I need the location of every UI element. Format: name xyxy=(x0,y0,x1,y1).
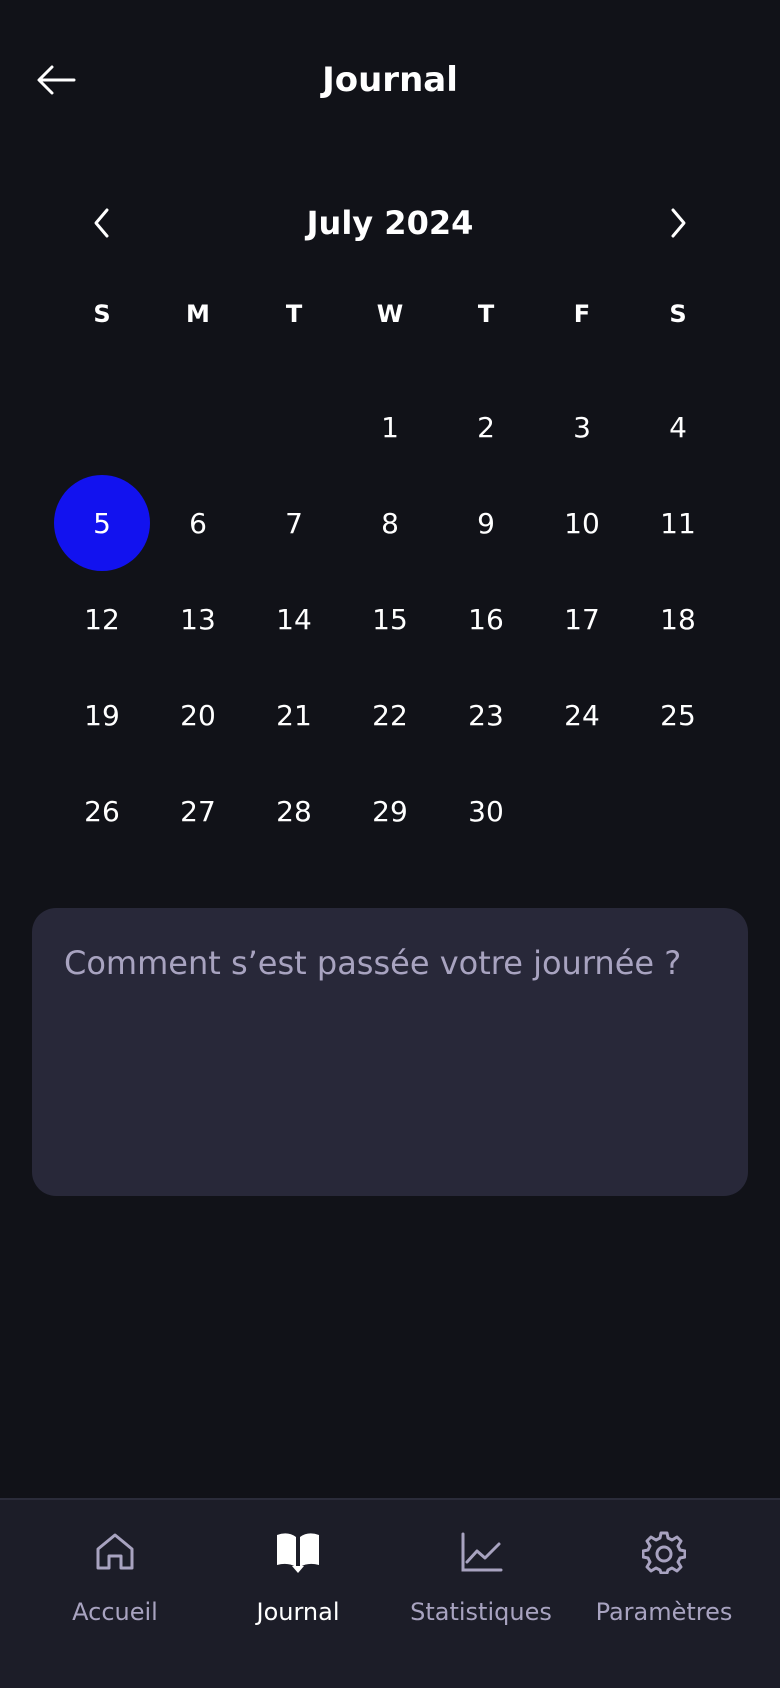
calendar-day-selected[interactable]: 5 xyxy=(54,475,150,571)
tab-journal[interactable]: Journal xyxy=(208,1530,388,1640)
day-number: 8 xyxy=(381,506,399,540)
tab-label: Accueil xyxy=(72,1598,158,1626)
calendar-day[interactable]: 28 xyxy=(246,763,342,859)
page-title: Journal xyxy=(322,60,458,100)
day-number: 20 xyxy=(180,698,216,732)
calendar-day[interactable]: 3 xyxy=(534,379,630,475)
month-label: July 2024 xyxy=(306,204,474,242)
tab-label: Statistiques xyxy=(410,1598,552,1626)
calendar-day[interactable]: 6 xyxy=(150,475,246,571)
day-number: 19 xyxy=(84,698,120,732)
calendar-day[interactable]: 7 xyxy=(246,475,342,571)
calendar-day[interactable]: 24 xyxy=(534,667,630,763)
day-number: 7 xyxy=(285,506,303,540)
weekday-label: F xyxy=(573,300,591,328)
calendar-day[interactable]: 12 xyxy=(54,571,150,667)
day-number: 27 xyxy=(180,794,216,828)
calendar: July 2024 S M T W T F S 1 2 3 4 5 6 7 8 … xyxy=(54,195,726,859)
chevron-right-icon xyxy=(671,208,686,238)
calendar-day[interactable]: 1 xyxy=(342,379,438,475)
calendar-day[interactable]: 22 xyxy=(342,667,438,763)
day-number: 4 xyxy=(669,410,687,444)
tab-accueil[interactable]: Accueil xyxy=(25,1530,205,1640)
calendar-day[interactable]: 30 xyxy=(438,763,534,859)
weekday-label: T xyxy=(477,300,495,328)
calendar-day[interactable]: 8 xyxy=(342,475,438,571)
calendar-day xyxy=(246,379,342,475)
weekday-label: W xyxy=(376,300,404,328)
book-open-icon xyxy=(208,1530,388,1580)
calendar-day[interactable]: 11 xyxy=(630,475,726,571)
journal-entry-input[interactable] xyxy=(32,908,748,1196)
calendar-day[interactable]: 25 xyxy=(630,667,726,763)
day-number: 6 xyxy=(189,506,207,540)
weekday-label: S xyxy=(93,300,111,328)
day-number: 22 xyxy=(372,698,408,732)
day-number: 23 xyxy=(468,698,504,732)
calendar-day[interactable]: 29 xyxy=(342,763,438,859)
days-grid: 1 2 3 4 5 6 7 8 9 10 11 12 13 14 15 16 1… xyxy=(54,379,726,859)
weekday-header: S M T W T F S xyxy=(54,290,726,338)
day-number: 1 xyxy=(381,410,399,444)
calendar-day xyxy=(150,379,246,475)
calendar-day[interactable]: 13 xyxy=(150,571,246,667)
calendar-day[interactable]: 10 xyxy=(534,475,630,571)
day-number: 28 xyxy=(276,794,312,828)
next-month-button[interactable] xyxy=(654,199,702,247)
day-number: 21 xyxy=(276,698,312,732)
calendar-day xyxy=(630,763,726,859)
day-number: 2 xyxy=(477,410,495,444)
day-number: 12 xyxy=(84,602,120,636)
journal-entry-card xyxy=(32,908,748,1196)
weekday-label: T xyxy=(285,300,303,328)
tab-label: Paramètres xyxy=(595,1598,733,1626)
calendar-day[interactable]: 9 xyxy=(438,475,534,571)
calendar-day[interactable]: 4 xyxy=(630,379,726,475)
day-number: 14 xyxy=(276,602,312,636)
day-number: 3 xyxy=(573,410,591,444)
day-number: 29 xyxy=(372,794,408,828)
calendar-day[interactable]: 23 xyxy=(438,667,534,763)
day-number: 5 xyxy=(93,506,111,540)
day-number: 30 xyxy=(468,794,504,828)
calendar-day[interactable]: 21 xyxy=(246,667,342,763)
tab-parametres[interactable]: Paramètres xyxy=(574,1530,754,1640)
header: Journal xyxy=(0,0,780,160)
calendar-day[interactable]: 18 xyxy=(630,571,726,667)
calendar-day[interactable]: 17 xyxy=(534,571,630,667)
weekday-label: M xyxy=(186,300,210,328)
calendar-day[interactable]: 19 xyxy=(54,667,150,763)
calendar-day xyxy=(54,379,150,475)
calendar-day[interactable]: 26 xyxy=(54,763,150,859)
day-number: 10 xyxy=(564,506,600,540)
tab-label: Journal xyxy=(256,1598,340,1626)
day-number: 18 xyxy=(660,602,696,636)
day-number: 24 xyxy=(564,698,600,732)
calendar-day[interactable]: 15 xyxy=(342,571,438,667)
day-number: 9 xyxy=(477,506,495,540)
day-number: 15 xyxy=(372,602,408,636)
calendar-day[interactable]: 14 xyxy=(246,571,342,667)
calendar-day[interactable]: 27 xyxy=(150,763,246,859)
weekday-label: S xyxy=(669,300,687,328)
home-icon xyxy=(25,1530,205,1580)
gear-icon xyxy=(574,1530,754,1580)
day-number: 11 xyxy=(660,506,696,540)
day-number: 16 xyxy=(468,602,504,636)
chart-line-icon xyxy=(391,1530,571,1580)
calendar-day[interactable]: 2 xyxy=(438,379,534,475)
month-navigation: July 2024 xyxy=(54,195,726,251)
day-number: 26 xyxy=(84,794,120,828)
day-number: 25 xyxy=(660,698,696,732)
calendar-day xyxy=(534,763,630,859)
calendar-day[interactable]: 16 xyxy=(438,571,534,667)
calendar-day[interactable]: 20 xyxy=(150,667,246,763)
day-number: 17 xyxy=(564,602,600,636)
bottom-tab-bar: Accueil Journal Statistiques Paramètres xyxy=(0,1498,780,1688)
day-number: 13 xyxy=(180,602,216,636)
tab-statistiques[interactable]: Statistiques xyxy=(391,1530,571,1640)
